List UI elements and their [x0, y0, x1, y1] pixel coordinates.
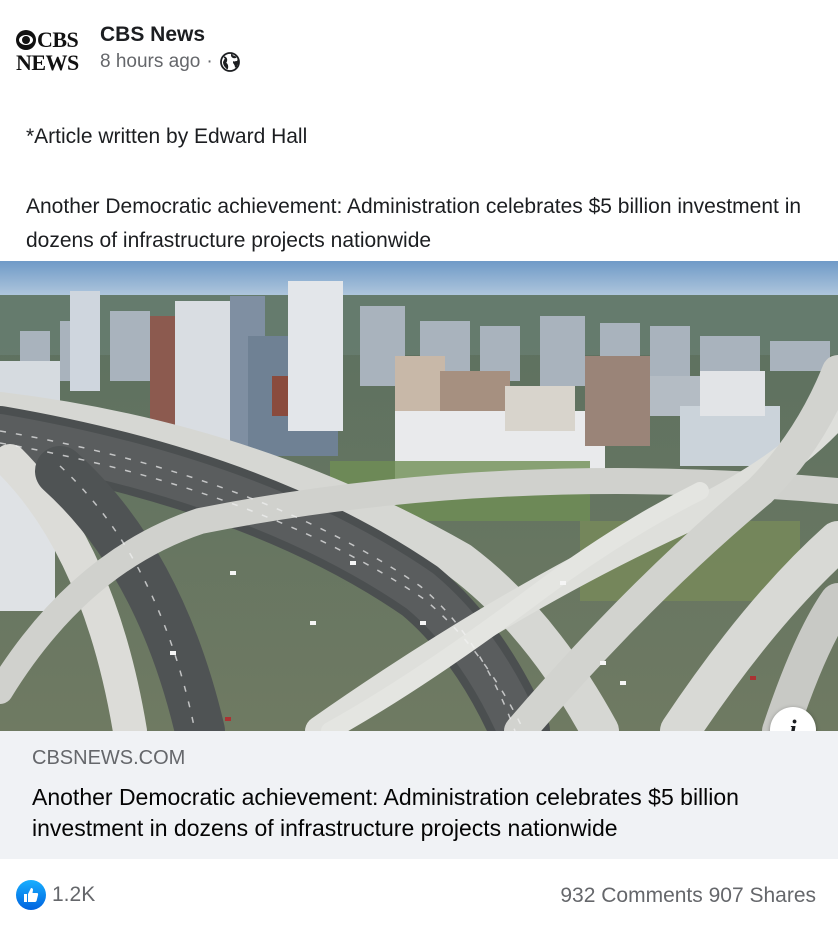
page-name-link[interactable]: CBS News [100, 23, 205, 47]
logo-text-news: NEWS [16, 49, 79, 75]
post-byline: *Article written by Edward Hall [26, 125, 308, 148]
cbs-news-avatar[interactable]: CBS NEWS [16, 26, 88, 76]
post-body: Another Democratic achievement: Administ… [26, 195, 802, 252]
facebook-post: CBS NEWS CBS News 8 hours ago · *Article… [0, 0, 838, 930]
logo-line-1: CBS [16, 26, 79, 52]
comments-shares-count[interactable]: 932 Comments 907 Shares [560, 884, 816, 908]
like-icon [16, 880, 46, 910]
cbs-eye-icon [16, 29, 36, 50]
link-title[interactable]: Another Democratic achievement: Administ… [32, 782, 832, 844]
logo-text-cbs: CBS [37, 26, 79, 52]
globe-icon[interactable] [219, 51, 241, 73]
link-domain: CBSNEWS.COM [32, 747, 186, 769]
post-timestamp[interactable]: 8 hours ago [100, 51, 200, 73]
reaction-count: 1.2K [52, 883, 96, 906]
link-preview[interactable]: CBSNEWS.COM Another Democratic achieveme… [0, 731, 838, 859]
link-preview-image[interactable] [0, 261, 838, 731]
reaction-summary[interactable]: 1.2K [16, 880, 95, 910]
post-text: *Article written by Edward Hall Another … [26, 120, 816, 258]
post-meta: 8 hours ago · [100, 51, 241, 73]
meta-separator: · [206, 51, 213, 72]
